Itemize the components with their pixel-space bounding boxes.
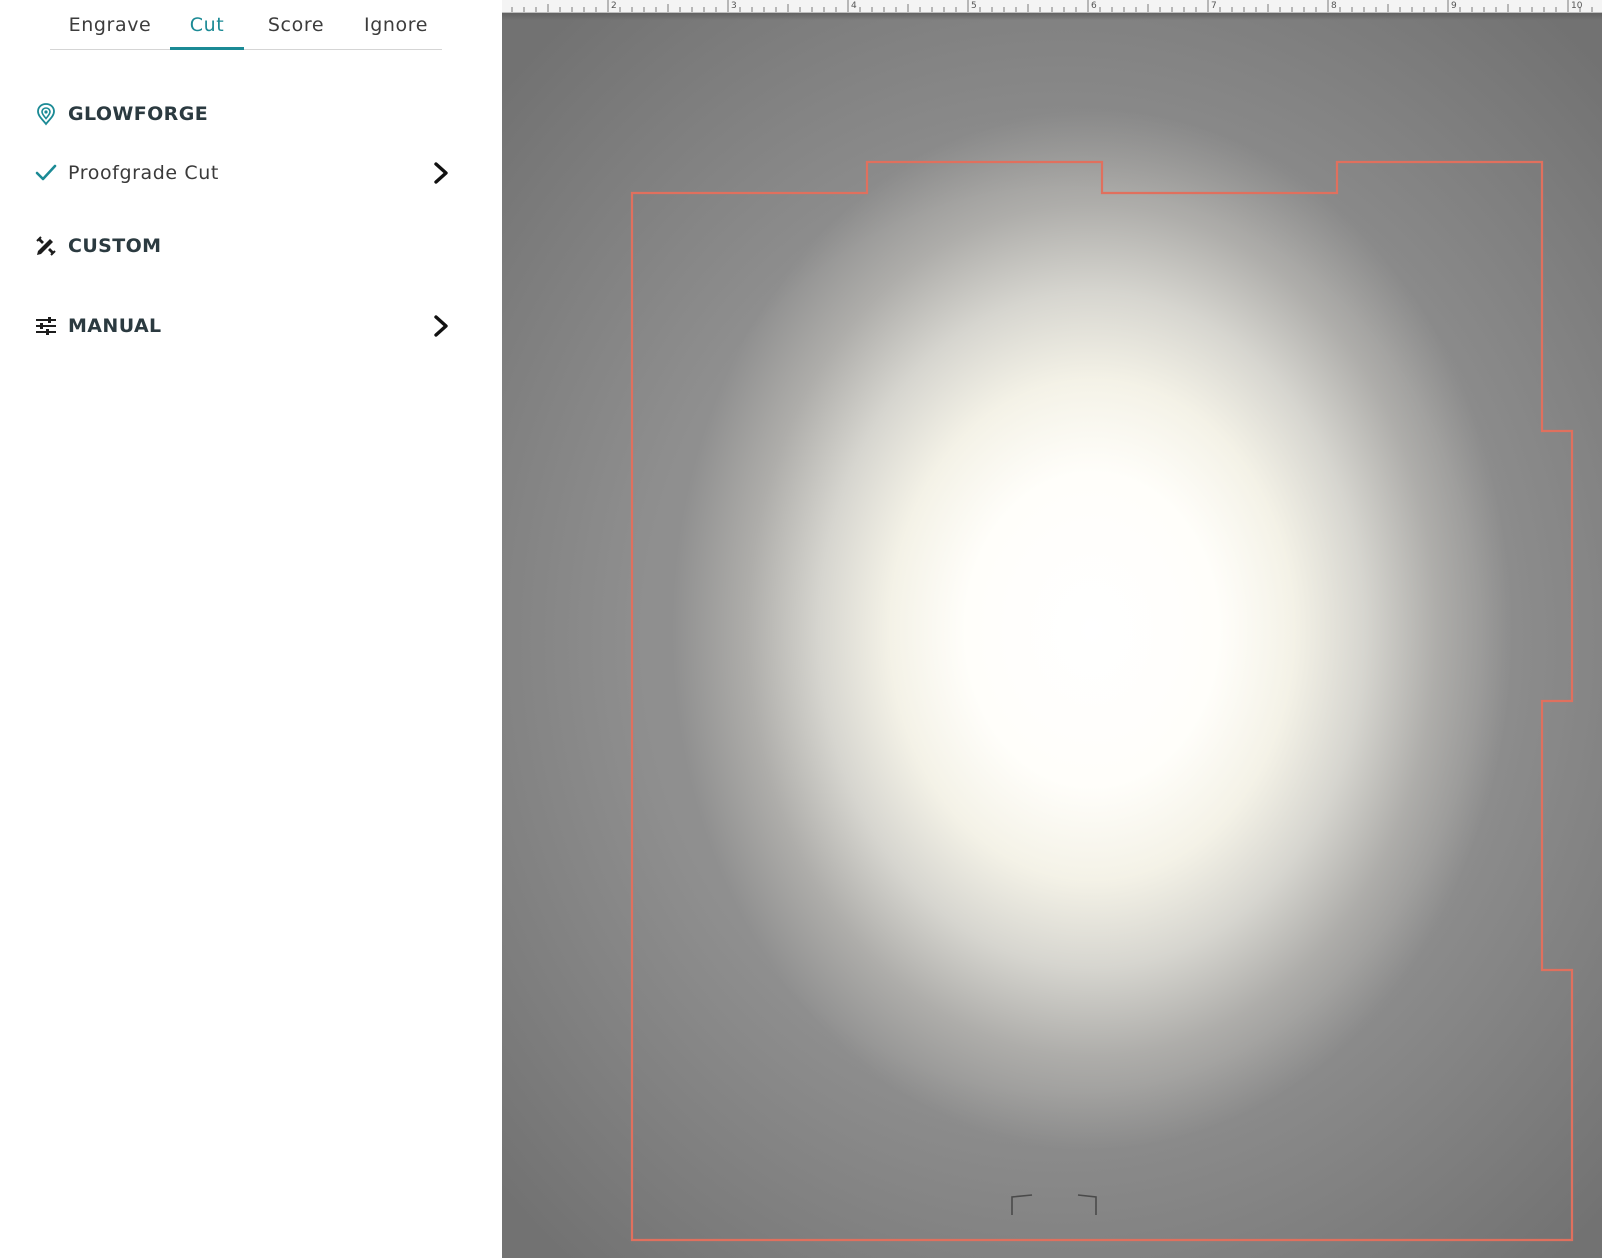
tab-ignore[interactable]: Ignore [354, 14, 438, 49]
glowforge-pin-icon [34, 102, 58, 126]
cut-design-overlay[interactable] [502, 0, 1602, 1258]
proofgrade-cut-label: Proofgrade Cut [68, 162, 219, 184]
operation-tabs: Engrave Cut Score Ignore [50, 0, 442, 50]
checkmark-icon [34, 161, 58, 185]
glowforge-section-header: GLOWFORGE [34, 98, 464, 130]
settings-panel: Engrave Cut Score Ignore GLOWFORGE Proof… [0, 0, 502, 1258]
manual-section-header[interactable]: MANUAL [34, 310, 464, 342]
bed-camera-view[interactable]: 2 3 4 5 6 7 8 9 10 [502, 0, 1602, 1258]
tab-cut[interactable]: Cut [170, 14, 244, 50]
manual-section-title: MANUAL [68, 315, 162, 337]
cut-outline-path[interactable] [630, 160, 1574, 1242]
app-window: Engrave Cut Score Ignore GLOWFORGE Proof… [0, 0, 1602, 1258]
tab-score[interactable]: Score [258, 14, 334, 49]
proofgrade-cut-item[interactable]: Proofgrade Cut [34, 157, 464, 189]
glowforge-section-title: GLOWFORGE [68, 103, 209, 125]
tab-engrave[interactable]: Engrave [66, 14, 154, 49]
custom-section-header[interactable]: CUSTOM [34, 230, 464, 262]
custom-section-title: CUSTOM [68, 235, 162, 257]
alignment-mark-right [1077, 1194, 1097, 1215]
chevron-right-icon[interactable] [430, 161, 452, 185]
chevron-right-icon[interactable] [430, 314, 452, 338]
sliders-icon [34, 314, 58, 338]
pencil-ruler-icon [34, 234, 58, 258]
alignment-mark-left [1011, 1194, 1033, 1215]
